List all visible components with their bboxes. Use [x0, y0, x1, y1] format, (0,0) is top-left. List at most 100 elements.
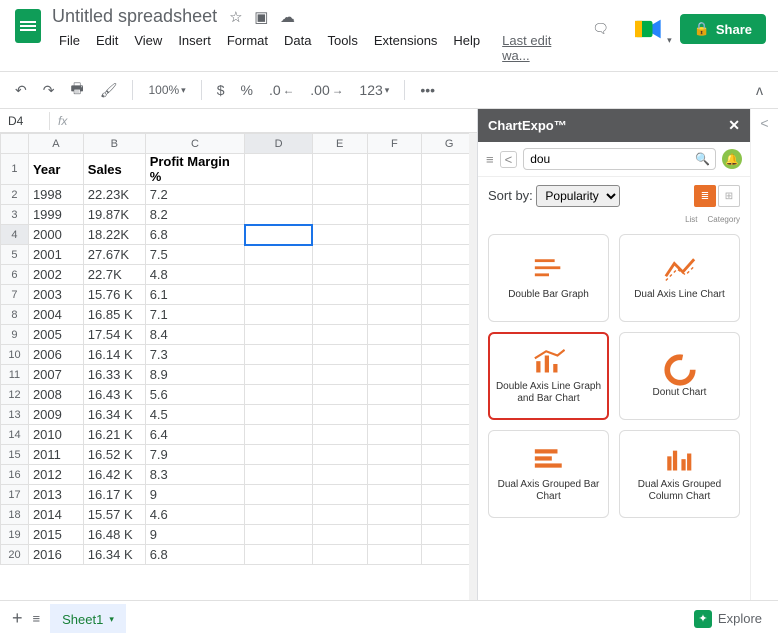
cell[interactable]: 16.42 K — [83, 465, 145, 485]
cell[interactable]: 16.17 K — [83, 485, 145, 505]
row-header[interactable]: 5 — [1, 245, 29, 265]
cell[interactable] — [245, 445, 313, 465]
row-header[interactable]: 7 — [1, 285, 29, 305]
cell[interactable]: 16.43 K — [83, 385, 145, 405]
cell[interactable] — [312, 505, 367, 525]
cell[interactable]: 6.4 — [145, 425, 245, 445]
cell[interactable] — [367, 325, 422, 345]
undo-button[interactable]: ↶ — [10, 78, 32, 103]
menu-insert[interactable]: Insert — [171, 31, 218, 65]
cell[interactable]: 2011 — [28, 445, 83, 465]
cell[interactable] — [367, 405, 422, 425]
cell[interactable] — [367, 485, 422, 505]
menu-tools[interactable]: Tools — [320, 31, 364, 65]
cell[interactable] — [245, 154, 313, 185]
cell[interactable]: 16.85 K — [83, 305, 145, 325]
cell[interactable] — [367, 525, 422, 545]
cell[interactable]: 4.8 — [145, 265, 245, 285]
cell[interactable] — [312, 305, 367, 325]
row-header[interactable]: 3 — [1, 205, 29, 225]
cell[interactable] — [312, 225, 367, 245]
cell[interactable] — [245, 205, 313, 225]
cell[interactable] — [245, 325, 313, 345]
cell[interactable]: 16.14 K — [83, 345, 145, 365]
cell[interactable]: 16.21 K — [83, 425, 145, 445]
cell[interactable] — [367, 425, 422, 445]
panel-menu-icon[interactable]: ≡ — [486, 152, 494, 167]
menu-data[interactable]: Data — [277, 31, 318, 65]
menu-extensions[interactable]: Extensions — [367, 31, 445, 65]
cell[interactable]: 2006 — [28, 345, 83, 365]
cell[interactable] — [367, 505, 422, 525]
cell[interactable]: 8.3 — [145, 465, 245, 485]
name-box[interactable]: D4 — [0, 112, 50, 130]
cell[interactable] — [245, 545, 313, 565]
row-header[interactable]: 1 — [1, 154, 29, 185]
doc-title[interactable]: Untitled spreadsheet — [52, 6, 217, 27]
notifications-icon[interactable]: 🔔 — [722, 149, 742, 169]
cell[interactable] — [367, 225, 422, 245]
row-header[interactable]: 6 — [1, 265, 29, 285]
spreadsheet-grid[interactable]: ABCDEFG 1YearSalesProfit Margin %2199822… — [0, 133, 477, 565]
cell[interactable] — [312, 285, 367, 305]
cell[interactable]: 27.67K — [83, 245, 145, 265]
cell[interactable]: 9 — [145, 525, 245, 545]
cell[interactable]: 6.1 — [145, 285, 245, 305]
cell[interactable]: 19.87K — [83, 205, 145, 225]
sheets-logo[interactable] — [8, 6, 48, 46]
cell[interactable]: 2010 — [28, 425, 83, 445]
row-header[interactable]: 18 — [1, 505, 29, 525]
row-header[interactable]: 11 — [1, 365, 29, 385]
zoom-select[interactable]: 100% ▾ — [143, 79, 190, 101]
cell[interactable]: 16.34 K — [83, 405, 145, 425]
more-toolbar-button[interactable]: ••• — [415, 78, 440, 102]
cell[interactable]: 2015 — [28, 525, 83, 545]
currency-button[interactable]: $ — [212, 78, 230, 102]
cell[interactable] — [367, 185, 422, 205]
side-rail-collapse-button[interactable]: < — [760, 115, 768, 600]
cell[interactable] — [245, 405, 313, 425]
cell[interactable]: 8.2 — [145, 205, 245, 225]
cell[interactable] — [312, 465, 367, 485]
move-folder-icon[interactable]: ▣ — [254, 9, 268, 26]
cell[interactable]: 8.9 — [145, 365, 245, 385]
menu-file[interactable]: File — [52, 31, 87, 65]
comment-history-icon[interactable]: 🗨 — [584, 12, 618, 46]
cell[interactable]: 8.4 — [145, 325, 245, 345]
cell[interactable] — [245, 505, 313, 525]
last-edit-link[interactable]: Last edit wa... — [495, 31, 584, 65]
add-sheet-button[interactable]: + — [12, 608, 23, 629]
row-header[interactable]: 17 — [1, 485, 29, 505]
cell[interactable] — [367, 345, 422, 365]
panel-back-button[interactable]: < — [500, 151, 518, 168]
share-button[interactable]: 🔒 Share — [680, 14, 766, 44]
cell[interactable]: 9 — [145, 485, 245, 505]
percent-button[interactable]: % — [236, 78, 258, 102]
menu-edit[interactable]: Edit — [89, 31, 125, 65]
chart-card[interactable]: Double Bar Graph — [488, 234, 609, 322]
cell[interactable] — [245, 485, 313, 505]
row-header[interactable]: 9 — [1, 325, 29, 345]
chart-card[interactable]: Dual Axis Line Chart — [619, 234, 740, 322]
cell[interactable]: Year — [28, 154, 83, 185]
cell[interactable]: 2009 — [28, 405, 83, 425]
cell[interactable] — [245, 265, 313, 285]
cell[interactable] — [312, 525, 367, 545]
cell[interactable] — [312, 425, 367, 445]
toolbar-expand-button[interactable]: ʌ — [751, 78, 768, 102]
cell[interactable]: Sales — [83, 154, 145, 185]
cell[interactable]: 16.34 K — [83, 545, 145, 565]
cell[interactable]: 18.22K — [83, 225, 145, 245]
cell[interactable]: 2004 — [28, 305, 83, 325]
sheet-tab[interactable]: Sheet1 ▾ — [50, 604, 126, 633]
cell[interactable]: 2003 — [28, 285, 83, 305]
cell[interactable]: Profit Margin % — [145, 154, 245, 185]
cell[interactable] — [367, 385, 422, 405]
cell[interactable] — [245, 225, 313, 245]
cell[interactable]: 5.6 — [145, 385, 245, 405]
cell[interactable] — [312, 185, 367, 205]
col-header-F[interactable]: F — [367, 134, 422, 154]
cell[interactable]: 7.2 — [145, 185, 245, 205]
cell[interactable]: 2012 — [28, 465, 83, 485]
cell[interactable] — [312, 245, 367, 265]
